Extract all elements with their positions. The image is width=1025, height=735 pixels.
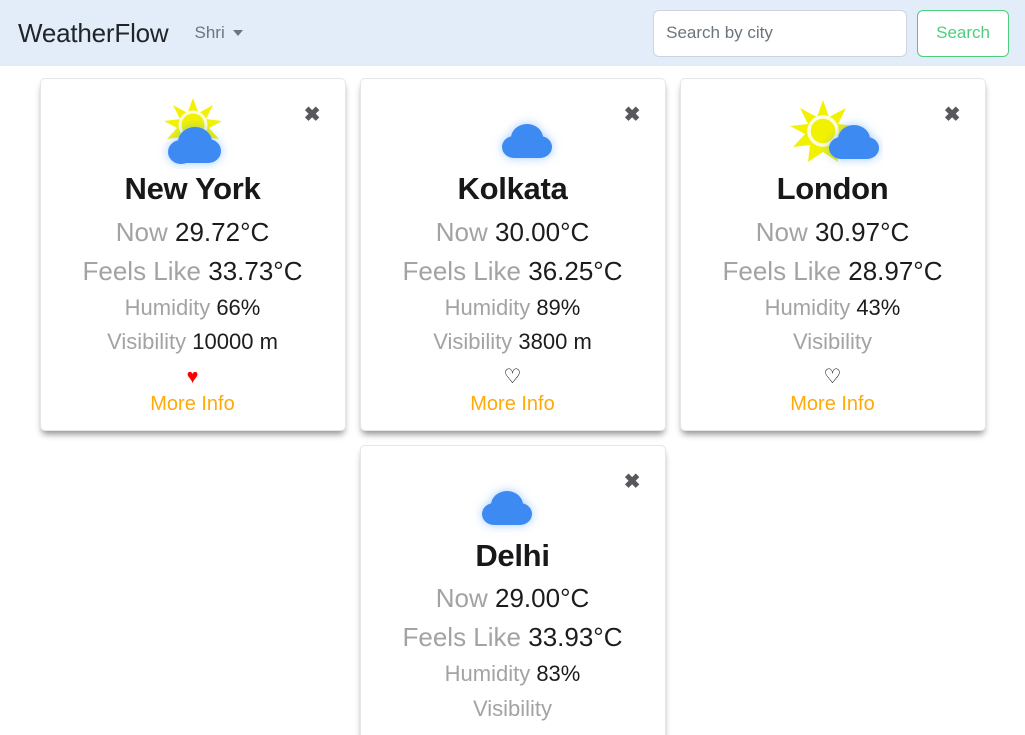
humidity-label: Humidity [124,294,217,320]
humidity-value: 83% [536,661,581,687]
now-value: 30.97°C [815,216,910,247]
city-name: New York [124,171,261,206]
navbar: WeatherFlow Shri Search [0,0,1025,66]
feels-like-row: Feels Like 36.25°C [371,252,655,291]
humidity-row: Humidity 66% [51,291,335,325]
favorite-heart-icon[interactable]: ♡ [691,367,975,387]
humidity-value: 89% [536,294,581,320]
more-info-link[interactable]: More Info [51,393,335,416]
city-name: London [776,171,889,206]
sun-behind-cloud-icon [789,100,879,162]
user-menu-label: Shri [194,23,225,42]
visibility-label: Visibility [107,328,193,354]
now-label: Now [435,216,495,247]
search-input[interactable] [653,9,908,57]
humidity-row: Humidity 43% [691,291,975,325]
visibility-value: 3800 m [518,328,592,354]
moon-behind-cloud-icon [486,103,552,158]
favorite-heart-icon[interactable]: ♡ [371,367,655,387]
sun-behind-cloud-icon [163,98,222,164]
feels-like-label: Feels Like [402,622,529,653]
close-icon[interactable]: ✖ [624,105,641,125]
visibility-row: Visibility [691,325,975,359]
close-icon[interactable]: ✖ [624,472,641,492]
more-info-link[interactable]: More Info [691,393,975,416]
search-form: Search [653,9,1009,57]
feels-like-value: 28.97°C [848,255,943,286]
humidity-value: 66% [216,294,261,320]
visibility-label: Visibility [472,695,553,721]
feels-like-value: 36.25°C [528,255,623,286]
chevron-down-icon [232,30,243,36]
humidity-label: Humidity [444,294,537,320]
humidity-value: 43% [856,294,901,320]
weather-card: ✖ Delhi Now 29.00°C Feels Like 33.93°C H… [359,444,666,735]
humidity-label: Humidity [444,661,537,687]
visibility-row: Visibility 10000 m [51,325,335,359]
close-icon[interactable]: ✖ [944,105,961,125]
city-name: Kolkata [457,171,568,206]
now-value: 29.00°C [495,583,590,614]
now-row: Now 30.00°C [371,213,655,252]
visibility-value: 10000 m [192,328,278,354]
visibility-label: Visibility [792,328,873,354]
now-row: Now 29.72°C [51,213,335,252]
app-brand: WeatherFlow [18,17,169,48]
favorite-heart-icon[interactable]: ♥ [51,367,335,387]
now-label: Now [435,583,495,614]
close-icon[interactable]: ✖ [304,105,321,125]
visibility-label: Visibility [433,328,519,354]
humidity-label: Humidity [764,294,857,320]
weather-card: ✖ New York Now 29.72°C Feels Like 33.73°… [39,78,346,431]
weather-card: ✖ Kolkata Now 30.00°C Feels Like 36.25°C… [359,78,666,431]
feels-like-row: Feels Like 33.93°C [371,618,655,657]
more-info-link[interactable]: More Info [371,393,655,416]
feels-like-value: 33.73°C [208,255,303,286]
humidity-row: Humidity 83% [371,657,655,691]
search-button[interactable]: Search [917,9,1009,57]
feels-like-row: Feels Like 28.97°C [691,252,975,291]
weather-icon [691,95,975,169]
now-row: Now 30.97°C [691,213,975,252]
now-label: Now [755,216,815,247]
weather-card: ✖ London Now 30.97°C Feels Like 28.97°C … [679,78,986,431]
user-menu[interactable]: Shri [195,23,243,43]
feels-like-row: Feels Like 33.73°C [51,252,335,291]
now-value: 30.00°C [495,216,590,247]
weather-icon [51,95,335,169]
now-label: Now [115,216,175,247]
feels-like-label: Feels Like [402,255,529,286]
visibility-row: Visibility 3800 m [371,325,655,359]
now-value: 29.72°C [175,216,270,247]
city-name: Delhi [475,537,550,573]
moon-behind-cloud-icon [481,469,541,525]
weather-card-grid: ✖ New York Now 29.72°C Feels Like 33.73°… [0,66,1025,735]
feels-like-label: Feels Like [722,255,849,286]
feels-like-label: Feels Like [82,255,209,286]
feels-like-value: 33.93°C [528,622,623,653]
now-row: Now 29.00°C [371,579,655,618]
weather-icon [371,95,655,169]
visibility-row: Visibility [371,692,655,726]
humidity-row: Humidity 89% [371,291,655,325]
weather-icon [371,462,655,536]
